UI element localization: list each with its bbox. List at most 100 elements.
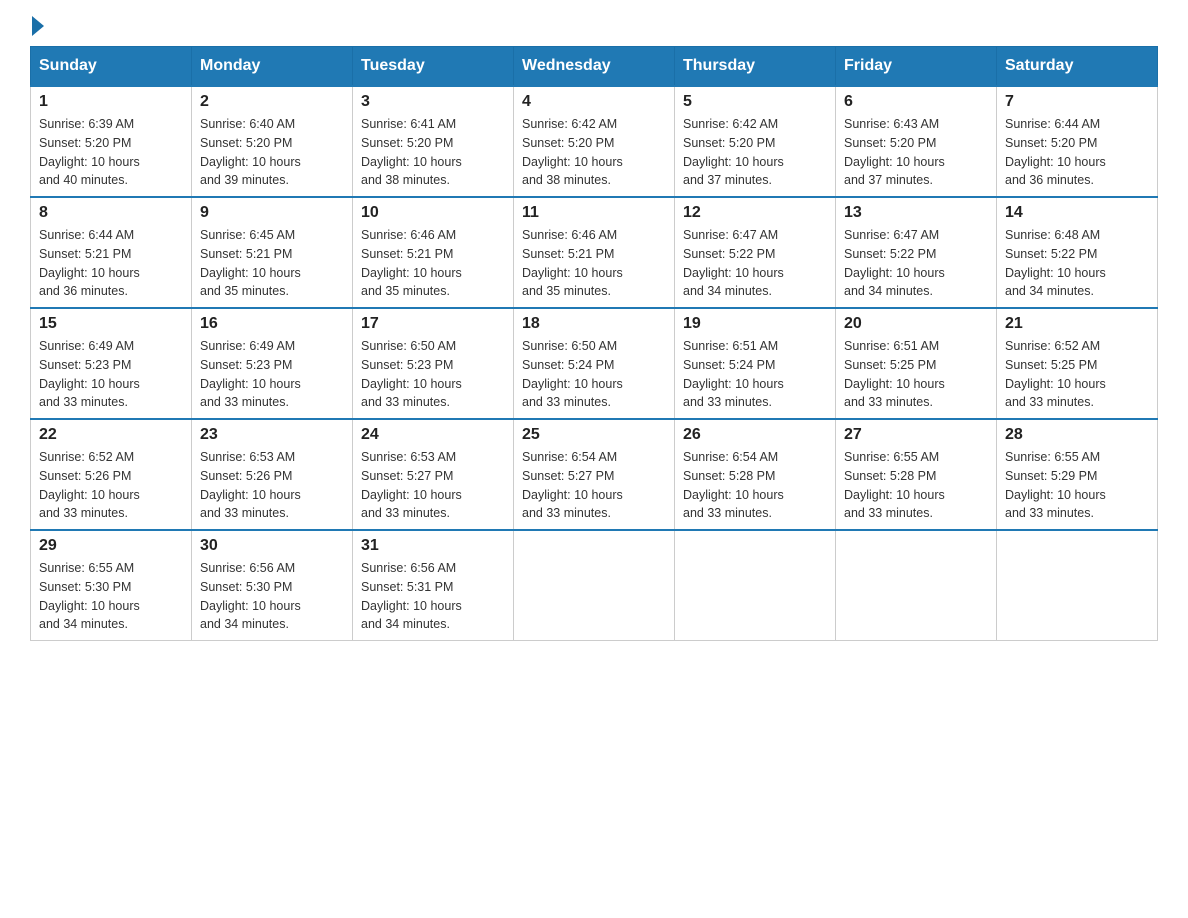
day-info: Sunrise: 6:49 AMSunset: 5:23 PMDaylight:… <box>200 337 344 412</box>
calendar-cell: 30 Sunrise: 6:56 AMSunset: 5:30 PMDayligh… <box>192 530 353 641</box>
day-number: 22 <box>39 426 183 444</box>
calendar-cell: 31 Sunrise: 6:56 AMSunset: 5:31 PMDayligh… <box>353 530 514 641</box>
day-info: Sunrise: 6:45 AMSunset: 5:21 PMDaylight:… <box>200 226 344 301</box>
day-number: 19 <box>683 315 827 333</box>
calendar-cell: 11 Sunrise: 6:46 AMSunset: 5:21 PMDayligh… <box>514 197 675 308</box>
calendar-cell: 3 Sunrise: 6:41 AMSunset: 5:20 PMDaylight… <box>353 86 514 197</box>
calendar-cell: 25Sunrise: 6:54 AMSunset: 5:27 PMDayligh… <box>514 419 675 530</box>
day-info: Sunrise: 6:47 AMSunset: 5:22 PMDaylight:… <box>683 226 827 301</box>
logo <box>30 20 44 36</box>
day-info: Sunrise: 6:51 AMSunset: 5:25 PMDaylight:… <box>844 337 988 412</box>
day-number: 11 <box>522 204 666 222</box>
calendar-cell: 6 Sunrise: 6:43 AMSunset: 5:20 PMDaylight… <box>836 86 997 197</box>
calendar-cell: 13 Sunrise: 6:47 AMSunset: 5:22 PMDayligh… <box>836 197 997 308</box>
logo-arrow-icon <box>32 16 44 36</box>
day-number: 7 <box>1005 93 1149 111</box>
calendar-cell: 22 Sunrise: 6:52 AMSunset: 5:26 PMDayligh… <box>31 419 192 530</box>
header-thursday: Thursday <box>675 47 836 87</box>
calendar-cell <box>997 530 1158 641</box>
calendar-cell <box>675 530 836 641</box>
calendar-cell: 1 Sunrise: 6:39 AMSunset: 5:20 PMDaylight… <box>31 86 192 197</box>
day-info: Sunrise: 6:40 AMSunset: 5:20 PMDaylight:… <box>200 115 344 190</box>
header-wednesday: Wednesday <box>514 47 675 87</box>
day-number: 30 <box>200 537 344 555</box>
calendar-cell: 17 Sunrise: 6:50 AMSunset: 5:23 PMDayligh… <box>353 308 514 419</box>
day-number: 18 <box>522 315 666 333</box>
calendar-cell: 29 Sunrise: 6:55 AMSunset: 5:30 PMDayligh… <box>31 530 192 641</box>
calendar-cell: 5Sunrise: 6:42 AMSunset: 5:20 PMDaylight… <box>675 86 836 197</box>
header-tuesday: Tuesday <box>353 47 514 87</box>
day-info: Sunrise: 6:46 AMSunset: 5:21 PMDaylight:… <box>522 226 666 301</box>
day-info: Sunrise: 6:50 AMSunset: 5:23 PMDaylight:… <box>361 337 505 412</box>
header-monday: Monday <box>192 47 353 87</box>
header-sunday: Sunday <box>31 47 192 87</box>
calendar-cell <box>836 530 997 641</box>
day-number: 29 <box>39 537 183 555</box>
header-saturday: Saturday <box>997 47 1158 87</box>
calendar-cell: 12 Sunrise: 6:47 AMSunset: 5:22 PMDayligh… <box>675 197 836 308</box>
day-number: 6 <box>844 93 988 111</box>
day-info: Sunrise: 6:47 AMSunset: 5:22 PMDaylight:… <box>844 226 988 301</box>
day-info: Sunrise: 6:49 AMSunset: 5:23 PMDaylight:… <box>39 337 183 412</box>
calendar-cell: 14Sunrise: 6:48 AMSunset: 5:22 PMDayligh… <box>997 197 1158 308</box>
day-number: 5 <box>683 93 827 111</box>
day-number: 13 <box>844 204 988 222</box>
calendar-cell: 4Sunrise: 6:42 AMSunset: 5:20 PMDaylight… <box>514 86 675 197</box>
calendar-table: SundayMondayTuesdayWednesdayThursdayFrid… <box>30 46 1158 641</box>
week-row-3: 15 Sunrise: 6:49 AMSunset: 5:23 PMDayligh… <box>31 308 1158 419</box>
day-number: 10 <box>361 204 505 222</box>
calendar-cell: 28Sunrise: 6:55 AMSunset: 5:29 PMDayligh… <box>997 419 1158 530</box>
day-number: 23 <box>200 426 344 444</box>
day-info: Sunrise: 6:55 AMSunset: 5:30 PMDaylight:… <box>39 559 183 634</box>
day-info: Sunrise: 6:53 AMSunset: 5:26 PMDaylight:… <box>200 448 344 523</box>
day-info: Sunrise: 6:43 AMSunset: 5:20 PMDaylight:… <box>844 115 988 190</box>
day-number: 17 <box>361 315 505 333</box>
day-info: Sunrise: 6:44 AMSunset: 5:21 PMDaylight:… <box>39 226 183 301</box>
day-number: 16 <box>200 315 344 333</box>
day-info: Sunrise: 6:41 AMSunset: 5:20 PMDaylight:… <box>361 115 505 190</box>
calendar-cell: 8 Sunrise: 6:44 AMSunset: 5:21 PMDaylight… <box>31 197 192 308</box>
day-info: Sunrise: 6:52 AMSunset: 5:25 PMDaylight:… <box>1005 337 1149 412</box>
calendar-cell: 23 Sunrise: 6:53 AMSunset: 5:26 PMDayligh… <box>192 419 353 530</box>
header-friday: Friday <box>836 47 997 87</box>
page-header <box>30 20 1158 36</box>
day-info: Sunrise: 6:56 AMSunset: 5:30 PMDaylight:… <box>200 559 344 634</box>
day-info: Sunrise: 6:52 AMSunset: 5:26 PMDaylight:… <box>39 448 183 523</box>
calendar-cell: 16 Sunrise: 6:49 AMSunset: 5:23 PMDayligh… <box>192 308 353 419</box>
day-number: 2 <box>200 93 344 111</box>
calendar-header-row: SundayMondayTuesdayWednesdayThursdayFrid… <box>31 47 1158 87</box>
day-number: 20 <box>844 315 988 333</box>
week-row-5: 29 Sunrise: 6:55 AMSunset: 5:30 PMDayligh… <box>31 530 1158 641</box>
calendar-cell: 18 Sunrise: 6:50 AMSunset: 5:24 PMDayligh… <box>514 308 675 419</box>
day-info: Sunrise: 6:39 AMSunset: 5:20 PMDaylight:… <box>39 115 183 190</box>
calendar-cell: 7 Sunrise: 6:44 AMSunset: 5:20 PMDaylight… <box>997 86 1158 197</box>
calendar-cell: 15 Sunrise: 6:49 AMSunset: 5:23 PMDayligh… <box>31 308 192 419</box>
day-number: 21 <box>1005 315 1149 333</box>
calendar-cell: 2 Sunrise: 6:40 AMSunset: 5:20 PMDaylight… <box>192 86 353 197</box>
week-row-1: 1 Sunrise: 6:39 AMSunset: 5:20 PMDaylight… <box>31 86 1158 197</box>
day-number: 14 <box>1005 204 1149 222</box>
day-info: Sunrise: 6:44 AMSunset: 5:20 PMDaylight:… <box>1005 115 1149 190</box>
day-number: 15 <box>39 315 183 333</box>
day-info: Sunrise: 6:51 AMSunset: 5:24 PMDaylight:… <box>683 337 827 412</box>
day-number: 31 <box>361 537 505 555</box>
day-number: 12 <box>683 204 827 222</box>
day-info: Sunrise: 6:53 AMSunset: 5:27 PMDaylight:… <box>361 448 505 523</box>
day-info: Sunrise: 6:55 AMSunset: 5:28 PMDaylight:… <box>844 448 988 523</box>
day-info: Sunrise: 6:46 AMSunset: 5:21 PMDaylight:… <box>361 226 505 301</box>
day-number: 1 <box>39 93 183 111</box>
day-number: 25 <box>522 426 666 444</box>
day-info: Sunrise: 6:50 AMSunset: 5:24 PMDaylight:… <box>522 337 666 412</box>
day-number: 9 <box>200 204 344 222</box>
calendar-cell: 24Sunrise: 6:53 AMSunset: 5:27 PMDayligh… <box>353 419 514 530</box>
calendar-cell: 19 Sunrise: 6:51 AMSunset: 5:24 PMDayligh… <box>675 308 836 419</box>
week-row-2: 8 Sunrise: 6:44 AMSunset: 5:21 PMDaylight… <box>31 197 1158 308</box>
day-number: 3 <box>361 93 505 111</box>
calendar-cell: 27Sunrise: 6:55 AMSunset: 5:28 PMDayligh… <box>836 419 997 530</box>
day-info: Sunrise: 6:56 AMSunset: 5:31 PMDaylight:… <box>361 559 505 634</box>
calendar-cell <box>514 530 675 641</box>
day-number: 8 <box>39 204 183 222</box>
calendar-cell: 10 Sunrise: 6:46 AMSunset: 5:21 PMDayligh… <box>353 197 514 308</box>
calendar-cell: 26Sunrise: 6:54 AMSunset: 5:28 PMDayligh… <box>675 419 836 530</box>
day-number: 26 <box>683 426 827 444</box>
